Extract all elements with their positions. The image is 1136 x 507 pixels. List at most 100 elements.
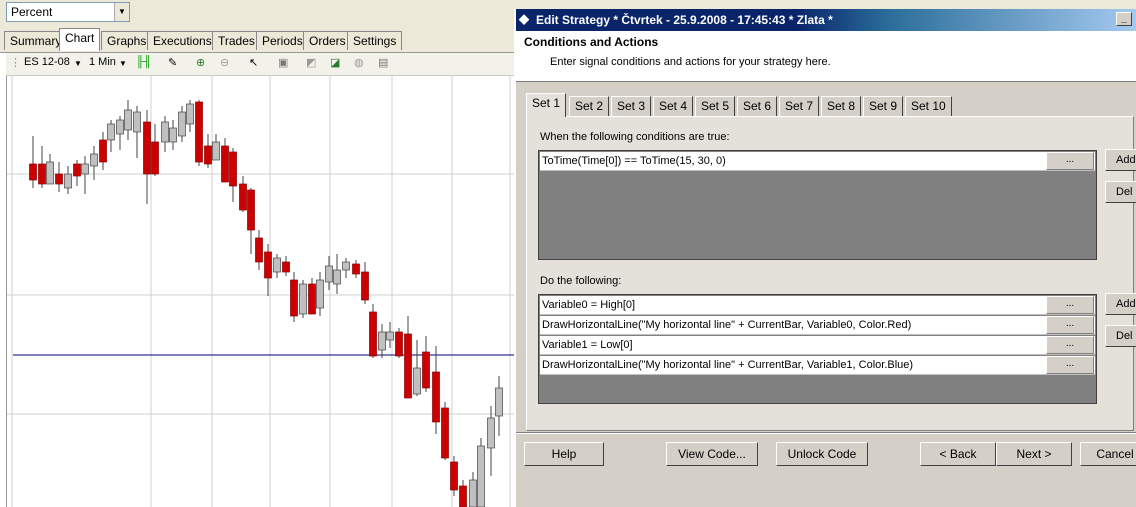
tab-set-10[interactable]: Set 10 [905, 96, 952, 116]
indicator-icon[interactable]: ◩ [306, 56, 316, 69]
add-action-button[interactable]: Add [1105, 293, 1136, 315]
strategy-icon[interactable]: ◪ [330, 56, 340, 69]
candle [325, 265, 333, 283]
data-box-icon[interactable]: ▤ [378, 56, 388, 69]
candle [273, 257, 281, 273]
action-row[interactable]: DrawHorizontalLine("My horizontal line" … [540, 316, 1095, 335]
tab-trades[interactable]: Trades [212, 31, 261, 50]
tab-set-8[interactable]: Set 8 [821, 96, 862, 116]
action-expression: Variable1 = Low[0] [542, 339, 633, 351]
tab-chart[interactable]: Chart [59, 28, 101, 51]
tab-orders[interactable]: Orders [303, 31, 352, 50]
strategy-diamond-icon: ◆ [519, 11, 529, 26]
tab-periods[interactable]: Periods [256, 31, 309, 50]
candle [386, 331, 394, 341]
unlock-code-button[interactable]: Unlock Code [776, 442, 868, 466]
tab-set-3[interactable]: Set 3 [611, 96, 652, 116]
instrument-selector[interactable]: ES 12-08 [24, 56, 70, 68]
action-row[interactable]: Variable1 = Low[0] ... [540, 336, 1095, 355]
bar-style-icon[interactable]: ╟╢ [136, 56, 152, 68]
tab-set-9[interactable]: Set 9 [863, 96, 904, 116]
tab-set-2[interactable]: Set 2 [569, 96, 610, 116]
chevron-down-icon[interactable]: ▼ [114, 3, 129, 21]
edit-action-button[interactable]: ... [1046, 336, 1094, 354]
delete-action-button[interactable]: Del [1105, 325, 1136, 347]
tab-set-7[interactable]: Set 7 [779, 96, 820, 116]
chevron-down-icon[interactable]: ▼ [74, 59, 82, 68]
chevron-down-icon[interactable]: ▼ [119, 59, 127, 68]
candle [342, 261, 350, 271]
cancel-button[interactable]: Cancel [1080, 442, 1136, 466]
dialog-title: Edit Strategy * Čtvrtek - 25.9.2008 - 17… [536, 13, 833, 27]
actions-grid[interactable]: Variable0 = High[0] ... DrawHorizontalLi… [538, 294, 1097, 404]
help-button[interactable]: Help [524, 442, 604, 466]
add-condition-button[interactable]: Add [1105, 149, 1136, 171]
candle [239, 183, 247, 211]
refresh-icon[interactable]: ◍ [354, 56, 364, 69]
candle [90, 153, 98, 167]
tab-executions[interactable]: Executions [147, 31, 218, 50]
zoom-out-icon[interactable]: ⊖ [220, 56, 229, 69]
edit-action-button[interactable]: ... [1046, 356, 1094, 374]
action-expression: DrawHorizontalLine("My horizontal line" … [542, 359, 914, 371]
properties-icon[interactable]: ▣ [278, 56, 288, 69]
view-code-button[interactable]: View Code... [666, 442, 758, 466]
candle [290, 279, 298, 317]
edit-action-button[interactable]: ... [1046, 296, 1094, 314]
dialog-titlebar[interactable]: ◆ Edit Strategy * Čtvrtek - 25.9.2008 - … [516, 9, 1136, 31]
candle [369, 311, 377, 357]
candle [73, 163, 81, 177]
action-row[interactable]: DrawHorizontalLine("My horizontal line" … [540, 356, 1095, 375]
back-button[interactable]: < Back [920, 442, 996, 466]
candle [151, 141, 159, 175]
edit-action-button[interactable]: ... [1046, 316, 1094, 334]
price-chart[interactable] [6, 76, 517, 507]
action-expression: Variable0 = High[0] [542, 299, 636, 311]
tab-summary[interactable]: Summary [4, 31, 68, 50]
candle [116, 119, 124, 135]
candle [477, 445, 485, 507]
edit-condition-button[interactable]: ... [1046, 152, 1094, 170]
candle [229, 151, 237, 187]
candle [487, 417, 495, 449]
candle [38, 163, 46, 185]
tab-settings[interactable]: Settings [347, 31, 403, 50]
tab-set-5[interactable]: Set 5 [695, 96, 736, 116]
tab-graphs[interactable]: Graphs [101, 31, 153, 50]
cursor-icon[interactable]: ↖ [249, 56, 258, 69]
candle [450, 461, 458, 491]
candle [186, 103, 194, 125]
candle [395, 331, 403, 357]
grip-icon: ⋮ [10, 57, 21, 69]
action-row[interactable]: Variable0 = High[0] ... [540, 296, 1095, 315]
zoom-in-icon[interactable]: ⊕ [196, 56, 205, 69]
candle [299, 283, 307, 315]
tab-set-1[interactable]: Set 1 [526, 93, 567, 117]
app-tabs: Summary Chart Graphs Executions Trades P… [0, 26, 516, 53]
candle [333, 269, 341, 285]
candle [169, 127, 177, 143]
tab-set-6[interactable]: Set 6 [737, 96, 778, 116]
minimize-button[interactable]: _ [1116, 12, 1132, 26]
candle [29, 163, 37, 181]
tab-set-4[interactable]: Set 4 [653, 96, 694, 116]
conditions-label: When the following conditions are true: [540, 131, 730, 143]
interval-selector[interactable]: 1 Min [89, 56, 116, 68]
display-mode-combo[interactable]: Percent ▼ [6, 2, 130, 22]
candle [432, 371, 440, 423]
candle [46, 161, 54, 185]
delete-condition-button[interactable]: Del [1105, 181, 1136, 203]
candle [469, 479, 477, 507]
condition-row[interactable]: ToTime(Time[0]) == ToTime(15, 30, 0) ... [540, 152, 1095, 171]
next-button[interactable]: Next > [996, 442, 1072, 466]
display-mode-value: Percent [11, 5, 53, 19]
candle [107, 123, 115, 141]
conditions-grid[interactable]: ToTime(Time[0]) == ToTime(15, 30, 0) ... [538, 150, 1097, 260]
candle [161, 121, 169, 143]
wizard-header: Conditions and Actions Enter signal cond… [516, 31, 1136, 82]
candle [282, 261, 290, 273]
candle [361, 271, 369, 301]
candle [352, 263, 360, 275]
candle [81, 163, 89, 175]
pencil-icon[interactable]: ✎ [168, 56, 177, 69]
